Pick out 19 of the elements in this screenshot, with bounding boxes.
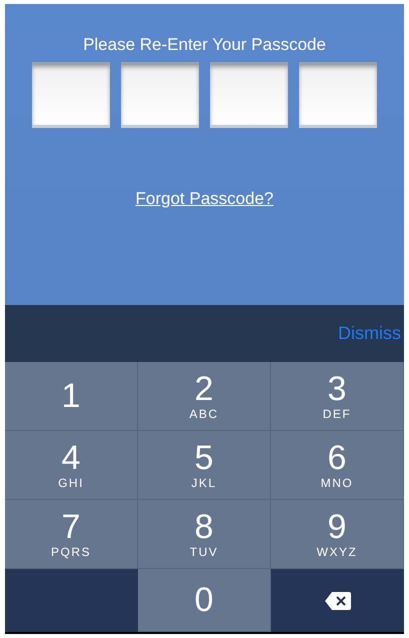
keypad-key[interactable]: 8 TUV	[138, 500, 271, 569]
keypad-key[interactable]: 3 DEF	[271, 362, 404, 431]
keypad-key[interactable]: 7 PQRS	[5, 500, 138, 569]
keypad-key[interactable]: 9 WXYZ	[271, 500, 404, 569]
delete-key[interactable]	[271, 569, 404, 632]
keypad-key[interactable]: 6 MNO	[271, 431, 404, 500]
backspace-icon	[324, 590, 352, 610]
passcode-box[interactable]	[299, 62, 377, 128]
dismiss-button[interactable]: Dismiss	[338, 320, 401, 347]
keypad-key[interactable]: 5 JKL	[138, 431, 271, 500]
passcode-prompt: Please Re-Enter Your Passcode	[83, 34, 326, 56]
keypad-key[interactable]: 4 GHI	[5, 431, 138, 500]
forgot-passcode-link[interactable]: Forgot Passcode?	[136, 186, 274, 212]
passcode-box[interactable]	[210, 62, 288, 128]
keypad-key[interactable]: 1	[5, 362, 138, 431]
keypad-key[interactable]: 2 ABC	[138, 362, 271, 431]
keypad-key[interactable]: 0	[138, 569, 271, 632]
passcode-box[interactable]	[32, 62, 110, 128]
passcode-box[interactable]	[121, 62, 199, 128]
